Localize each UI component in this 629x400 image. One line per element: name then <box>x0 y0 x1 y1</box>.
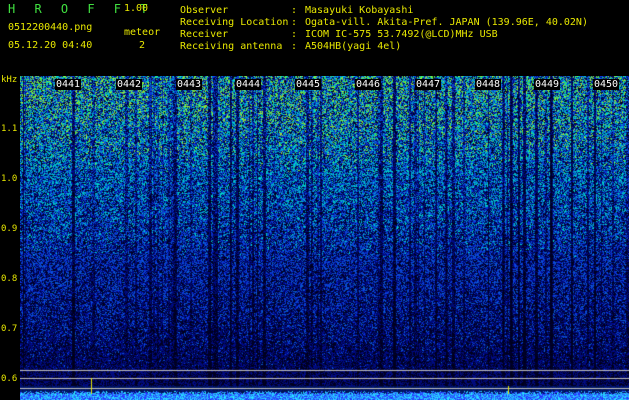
location-label: Receiving Location <box>180 17 289 28</box>
location-value: Ogata-vill. Akita-Pref. JAPAN (139.96E, … <box>305 17 588 28</box>
y-tick-label: 0.8 <box>1 274 18 284</box>
receiver-label: Receiver <box>180 29 229 40</box>
observer-label: Observer <box>180 5 229 16</box>
time-marker: 0450 <box>593 79 620 90</box>
y-axis-unit: kHz <box>1 75 18 85</box>
meteor-label: meteor <box>124 27 161 38</box>
time-marker: 0448 <box>475 79 502 90</box>
time-marker: 0446 <box>355 79 382 90</box>
antenna-label: Receiving antenna <box>180 41 283 52</box>
observer-value: Masayuki Kobayashi <box>305 5 414 16</box>
version-label: 1.00 <box>124 3 149 14</box>
time-marker: 0449 <box>534 79 561 90</box>
time-marker: 0441 <box>55 79 82 90</box>
colon: : <box>291 17 298 28</box>
y-tick-label: 0.6 <box>1 374 18 384</box>
colon: : <box>291 29 298 40</box>
y-tick-label: 0.9 <box>1 224 18 234</box>
hroft-viewer: H R O F F T 1.00 0512200440.png 05.12.20… <box>0 0 629 400</box>
colon: : <box>291 5 298 16</box>
receiver-value: ICOM IC-575 53.7492(@LCD)MHz USB <box>305 29 498 40</box>
y-tick-label: 0.7 <box>1 324 18 334</box>
y-tick-label: 1.0 <box>1 174 18 184</box>
colon: : <box>291 41 298 52</box>
spectrogram-canvas[interactable] <box>20 76 629 400</box>
datetime-label: 05.12.20 04:40 <box>8 40 93 51</box>
antenna-value: A504HB(yagi 4el) <box>305 41 402 52</box>
time-marker: 0443 <box>176 79 203 90</box>
meteor-count: 2 <box>139 40 146 51</box>
time-marker: 0447 <box>415 79 442 90</box>
time-marker: 0442 <box>116 79 143 90</box>
time-marker: 0444 <box>235 79 262 90</box>
time-marker: 0445 <box>295 79 322 90</box>
filename-label: 0512200440.png <box>8 22 93 33</box>
y-tick-label: 1.1 <box>1 124 18 134</box>
